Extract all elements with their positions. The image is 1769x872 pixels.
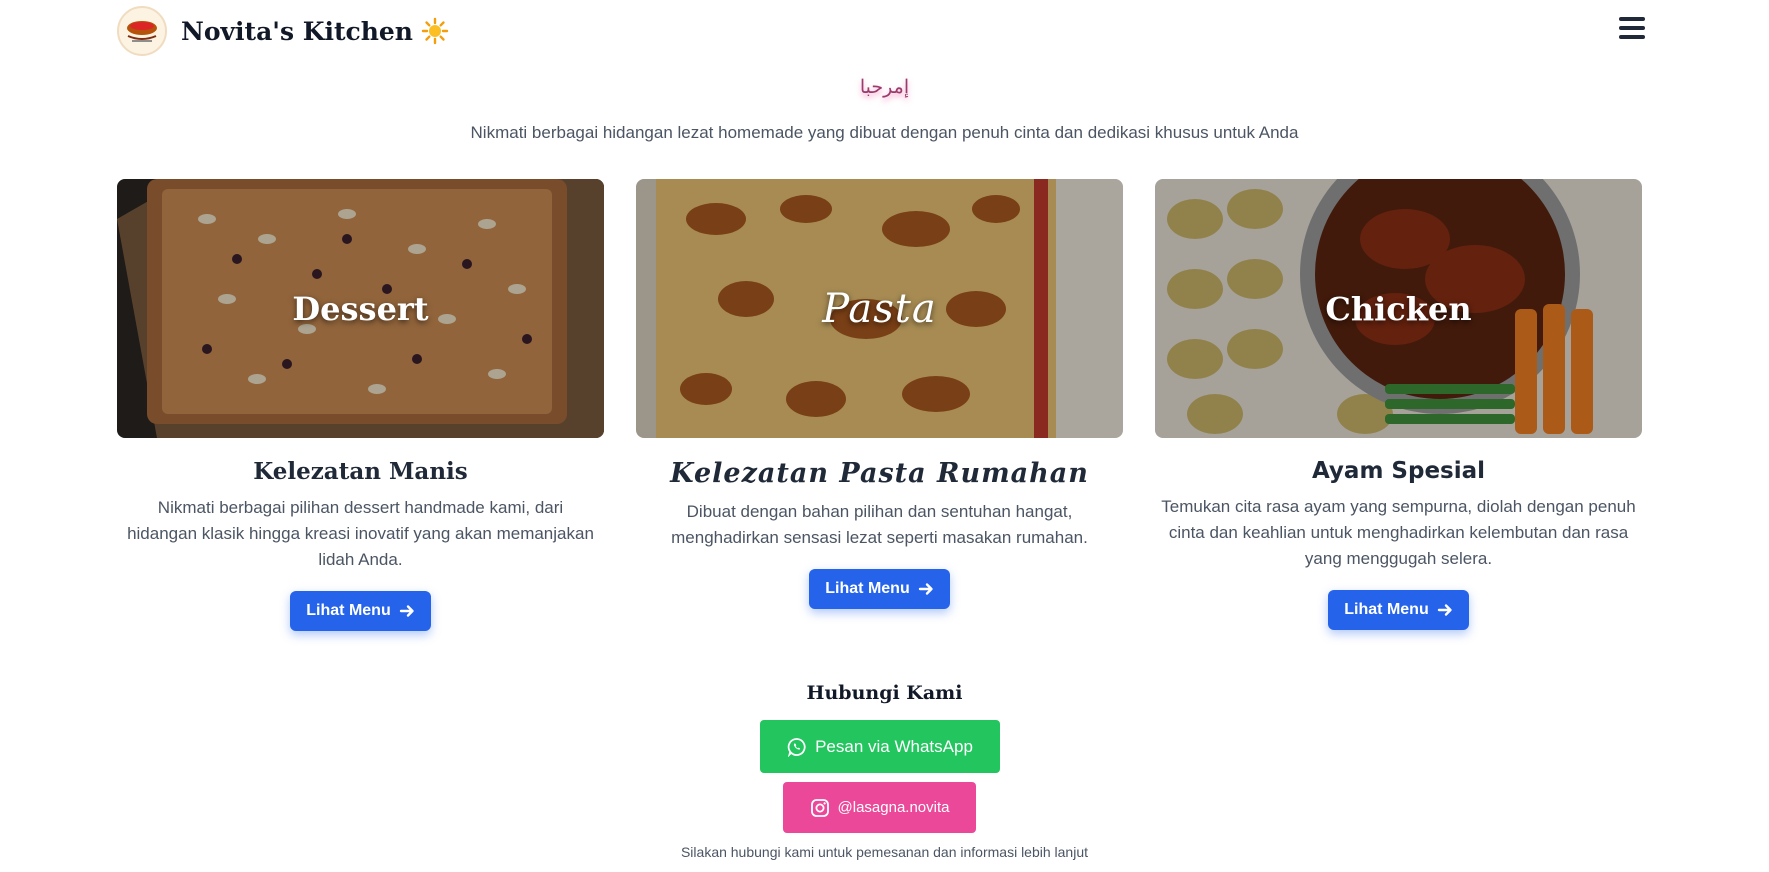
arrow-right-icon [918,583,933,595]
dessert-image-label: Dessert [292,289,429,328]
contact-title: Hubungi Kami [806,682,963,704]
card-title-dessert: Kelezatan Manis [253,458,468,485]
card-description-dessert: Nikmati berbagai pilihan dessert handmad… [127,498,594,569]
card-description-chicken: Temukan cita rasa ayam yang sempurna, di… [1161,497,1636,568]
brand-logo [117,6,167,56]
chicken-image-label: Chicken [1325,289,1472,328]
instagram-button[interactable]: @lasagna.novita [783,782,976,833]
card-description-pasta: Dibuat dengan bahan pilihan dan sentuhan… [671,502,1088,547]
view-menu-button-label: Lihat Menu [825,580,910,597]
brand-title: Novita's Kitchen [181,16,413,46]
card-chicken: Chicken Ayam Spesial Temukan cita rasa a… [1155,179,1642,630]
arrow-right-icon [1437,604,1452,616]
arrow-right-icon [399,605,414,617]
sun-icon [421,17,449,45]
view-menu-button-label: Lihat Menu [306,602,391,619]
instagram-button-label: @lasagna.novita [837,799,950,816]
card-title-pasta: Kelezatan Pasta Rumahan [670,458,1089,489]
view-menu-button-pasta[interactable]: Lihat Menu [809,569,950,609]
card-title-chicken: Ayam Spesial [1311,458,1486,484]
navbar: Novita's Kitchen [0,0,1769,62]
pasta-image[interactable]: Pasta [636,179,1123,438]
view-menu-button-chicken[interactable]: Lihat Menu [1328,590,1469,630]
hamburger-menu-icon[interactable] [1619,17,1645,41]
welcome-heading: إمرحبا [859,76,910,98]
pasta-image-label: Pasta [822,285,937,332]
whatsapp-button-label: Pesan via WhatsApp [815,736,973,756]
logo-emblem-icon [127,21,157,42]
view-menu-button-dessert[interactable]: Lihat Menu [290,591,431,631]
chicken-image[interactable]: Chicken [1155,179,1642,438]
hero-tagline: Nikmati berbagai hidangan lezat homemade… [470,123,1299,142]
contact-note: Silakan hubungi kami untuk pemesanan dan… [680,844,1089,860]
card-pasta: Pasta Kelezatan Pasta Rumahan Dibuat den… [636,179,1123,609]
brand[interactable]: Novita's Kitchen [117,6,449,56]
card-dessert: Dessert Kelezatan Manis Nikmati berbagai… [117,179,604,631]
whatsapp-button[interactable]: Pesan via WhatsApp [760,720,1000,773]
instagram-icon [810,798,829,817]
view-menu-button-label: Lihat Menu [1344,601,1429,618]
dessert-image[interactable]: Dessert [117,179,604,438]
whatsapp-icon [787,737,806,757]
